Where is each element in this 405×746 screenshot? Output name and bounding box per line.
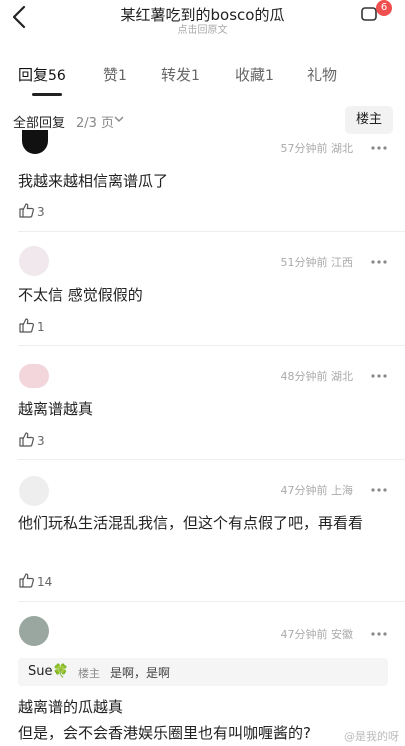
comment-text: 不太信 感觉假假的 [18,286,143,304]
back-button[interactable] [8,4,32,30]
top-bar: 某红薯吃到的bosco的瓜 点击回原文 6 [0,0,405,40]
tab-replies[interactable]: 回复56 [18,64,66,85]
owner-tag: 楼主 [78,667,100,680]
like-count: 3 [37,205,45,219]
more-icon[interactable] [369,144,389,152]
comment-meta: 47分钟前 上海 [280,484,354,497]
quoted-reply[interactable]: Sue🍀 楼主 是啊，是啊 [18,658,388,686]
back-to-post-link[interactable]: 点击回原文 [60,21,345,36]
comment-text: 我越来越相信离谱瓜了 [18,172,169,190]
avatar[interactable] [22,130,48,154]
more-icon[interactable] [369,372,389,380]
comment-item: 51分钟前 江西 不太信 感觉假假的 1 [0,232,405,346]
tab-label: 转发 [161,66,192,84]
tab-count: 56 [48,68,66,84]
thumbs-up-icon [19,432,34,447]
like-button[interactable]: 1 [18,317,45,335]
comment-meta: 51分钟前 江西 [280,256,354,269]
reply-author: Sue🍀 [28,664,69,679]
tab-bar: 回复56 赞1 转发1 收藏1 礼物 [0,60,405,100]
tab-likes[interactable]: 赞1 [103,64,127,85]
tab-favorites[interactable]: 收藏1 [235,64,274,85]
tab-reposts[interactable]: 转发1 [161,64,200,85]
tab-label: 回复 [18,66,49,84]
comment-item: 47分钟前 上海 他们玩私生活混乱我信，但这个有点假了吧，再看看 14 [0,460,405,602]
comment-text: 越离谱的瓜越真 [18,698,124,716]
more-icon[interactable] [369,258,389,266]
watermark: @是我的呀 [344,730,399,743]
active-tab-indicator [32,93,62,96]
thumbs-up-icon [19,573,34,588]
comment-text: 他们玩私生活混乱我信，但这个有点假了吧，再看看 [18,514,364,532]
tab-label: 赞 [103,66,119,84]
tab-gifts[interactable]: 礼物 [307,64,337,85]
comment-item: 57分钟前 湖北 我越来越相信离谱瓜了 3 [0,130,405,232]
like-button[interactable]: 14 [18,572,52,590]
comment-meta: 47分钟前 安徽 [280,628,354,641]
comment-item: 48分钟前 湖北 越离谱越真 3 [0,346,405,460]
notification-badge: 6 [376,0,392,16]
like-count: 3 [37,434,45,448]
comment-item: 47分钟前 安徽 Sue🍀 楼主 是啊，是啊 越离谱的瓜越真 但是，会不会香港娱… [0,602,405,746]
avatar[interactable] [19,364,49,388]
filter-row: 全部回复 2/3 页 楼主 [0,104,405,136]
comment-meta: 48分钟前 湖北 [280,370,354,383]
avatar[interactable] [19,616,49,646]
page-selector[interactable]: 2/3 页 [76,112,114,131]
like-count: 1 [37,320,45,334]
thumbs-up-icon [19,203,34,218]
chevron-down-icon[interactable] [114,115,124,123]
back-arrow-icon [12,5,26,29]
tab-count: 1 [265,68,274,84]
comment-text: 但是，会不会香港娱乐圈里也有叫咖喱酱的? [18,724,311,742]
tab-label: 礼物 [307,66,338,84]
comment-text: 越离谱越真 [18,400,94,418]
owner-only-button[interactable]: 楼主 [345,106,393,134]
tab-count: 1 [191,68,200,84]
like-button[interactable]: 3 [18,431,45,449]
tab-count: 1 [118,68,127,84]
notification-button[interactable]: 6 [360,0,394,26]
tab-label: 收藏 [235,66,266,84]
avatar[interactable] [19,476,49,506]
comment-meta: 57分钟前 湖北 [280,142,354,155]
avatar[interactable] [19,246,49,276]
more-icon[interactable] [369,630,389,638]
sort-all-replies[interactable]: 全部回复 [13,112,65,131]
reply-text: 是啊，是啊 [110,666,171,680]
like-button[interactable]: 3 [18,202,45,220]
more-icon[interactable] [369,486,389,494]
like-count: 14 [37,575,53,589]
thumbs-up-icon [19,318,34,333]
